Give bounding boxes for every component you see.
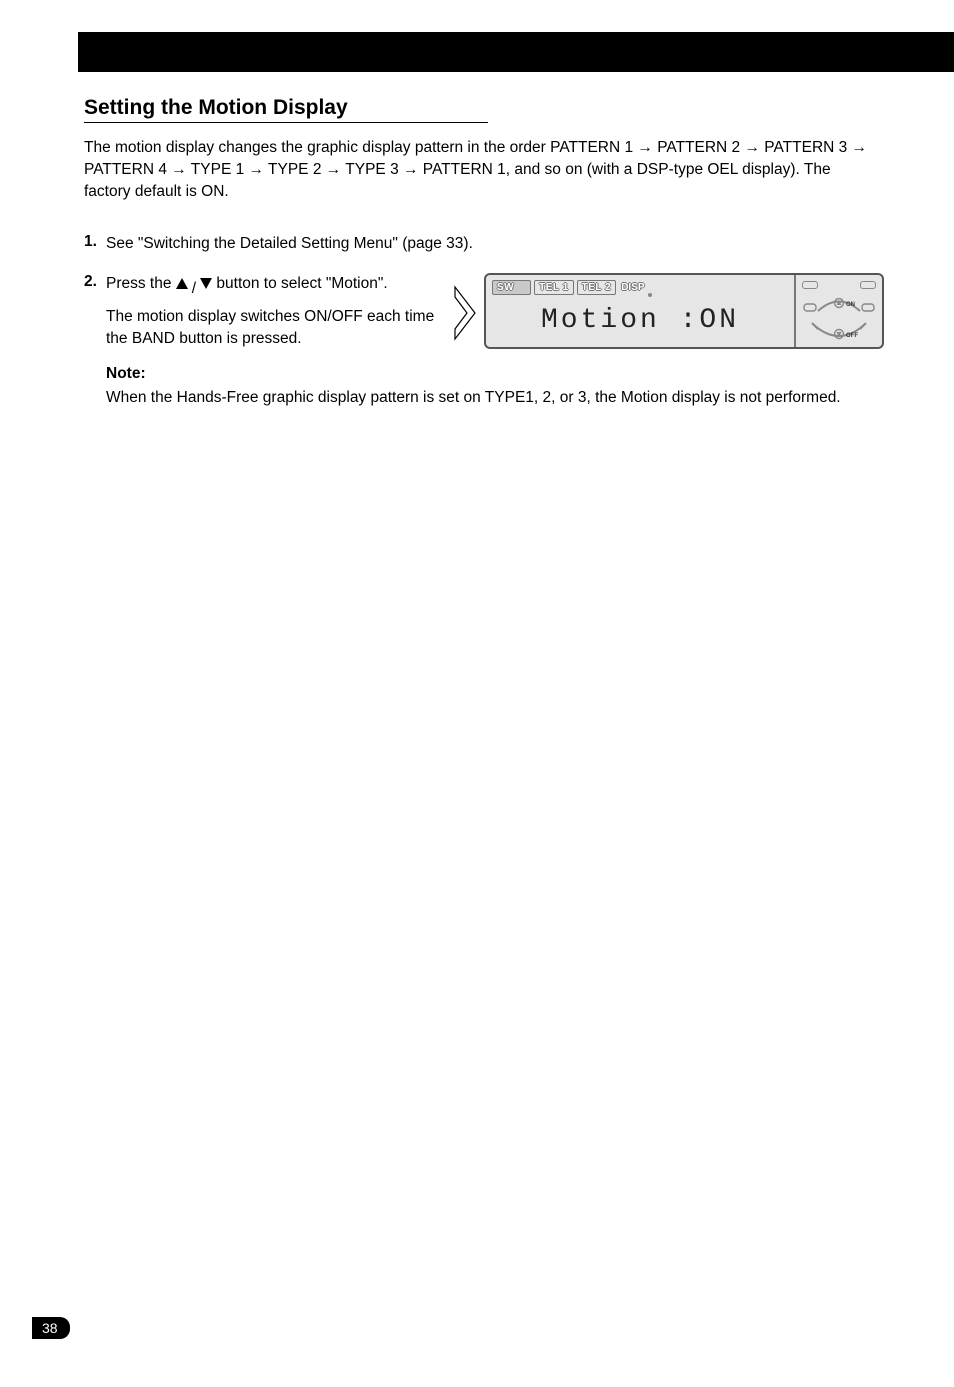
step2-line2: The motion display switches ON/OFF each … (106, 306, 450, 351)
header-black-bar (78, 32, 954, 72)
page-number: 38 (32, 1317, 70, 1339)
step2-line1-c: button to select "Motion". (212, 275, 388, 292)
lcd-tab-tel2: TEL 2 (577, 280, 617, 295)
step-number: 1. (84, 233, 106, 251)
step-number: 2. (84, 273, 106, 291)
lcd-tab-tel1: TEL 1 (534, 280, 574, 295)
intro-text: The motion display changes the graphic d… (84, 137, 870, 203)
step1-page-ref: (page 33) (402, 235, 468, 252)
triangle-down-icon (200, 278, 212, 289)
mini-indicator-icon (860, 281, 876, 289)
note-text: When the Hands-Free graphic display patt… (106, 387, 884, 409)
lcd-off-label: OFF (846, 333, 858, 339)
step2-line1-a: Press the (106, 275, 176, 292)
lcd-on-label: ON (846, 302, 855, 308)
lcd-tab-disp: DISP (619, 280, 646, 295)
lcd-right-panel: ON (796, 275, 882, 347)
step1-text-a: See "Switching the Detailed Setting Menu… (106, 235, 402, 252)
lcd-tab-sw: SW (492, 280, 531, 295)
triangle-up-icon (176, 278, 188, 289)
mini-indicator-icon (802, 281, 818, 289)
lcd-indicator-dot (648, 293, 652, 297)
lcd-arc-bottom-icon: OFF (802, 321, 876, 343)
lcd-arc-top-icon: ON (802, 298, 876, 314)
step2-note: Note: When the Hands-Free graphic displa… (106, 363, 884, 410)
step-2: 2. Press the / button to select "Motion"… (84, 273, 870, 409)
step2-line1: Press the / button to select "Motion". (106, 273, 450, 299)
lcd-display: SW TEL 1 TEL 2 DISP Motion :ON (484, 273, 884, 349)
step2-line1-b: / (192, 278, 196, 300)
lcd-main-text: Motion :ON (492, 298, 788, 344)
step1-text-b: . (469, 235, 473, 252)
note-label: Note: (106, 365, 146, 382)
step-1: 1. See "Switching the Detailed Setting M… (84, 233, 870, 255)
section-title: Setting the Motion Display (84, 96, 488, 123)
step-text: See "Switching the Detailed Setting Menu… (106, 233, 473, 255)
cursor-pointer-icon (452, 285, 478, 348)
up-down-buttons: / (176, 278, 212, 300)
